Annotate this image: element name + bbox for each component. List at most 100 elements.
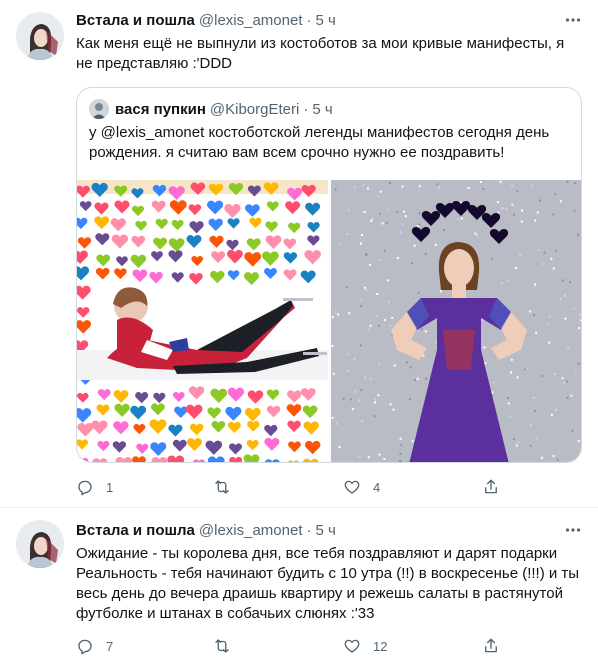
glitter-speck [553,373,556,376]
glitter-speck [552,455,555,458]
glitter-speck [530,184,533,187]
glitter-speck [481,318,484,321]
tweet[interactable]: Встала и пошла @lexis_amonet · 5 ч Как м… [0,0,598,508]
timestamp[interactable]: 5 ч [316,12,336,29]
share-button[interactable] [482,477,500,497]
avatar-image [16,12,64,60]
glitter-speck [363,210,366,213]
glitter-speck [540,456,543,459]
glitter-speck [391,316,394,319]
heart-icon [344,639,360,653]
glitter-speck [508,415,511,418]
quote-header: вася пупкин @KiborgEteri · 5 ч [115,99,333,119]
separator-dot: · [306,521,312,539]
quote-avatar[interactable] [89,99,109,119]
share-button[interactable] [482,636,500,656]
quote-avatar-image [89,99,109,119]
glitter-speck [347,353,350,356]
glitter-speck [434,243,437,246]
author-name[interactable]: Встала и пошла [76,522,195,539]
reply-count: 1 [106,479,114,495]
glitter-speck [566,380,569,383]
glitter-speck [404,215,407,218]
glitter-speck [352,408,355,411]
more-options-button[interactable] [562,10,584,30]
more-options-button[interactable] [562,520,584,540]
retweet-button[interactable] [213,477,243,497]
retweet-button[interactable] [213,636,243,656]
glitter-speck [438,186,440,189]
glitter-speck [577,233,580,236]
author-handle[interactable]: @lexis_amonet [199,522,303,539]
glitter-speck [479,181,482,183]
glitter-speck [381,222,384,225]
tweet-header: Встала и пошла @lexis_amonet · 5 ч [76,10,336,30]
glitter-speck [510,358,513,361]
glitter-speck [361,420,364,422]
avatar[interactable] [16,12,64,60]
glitter-speck [369,377,372,380]
tweet-text-line: Реальность - тебя начинают будить с 10 у… [76,565,580,622]
glitter-speck [537,249,540,252]
more-horizontal-icon [565,528,581,532]
glitter-speck [474,232,477,235]
glitter-speck [552,213,555,216]
glitter-speck [550,413,553,416]
glitter-speck [358,399,361,402]
glitter-speck [367,328,370,331]
glitter-speck [360,299,363,302]
glitter-speck [417,225,420,228]
tweet-actions: 1 4 [76,477,506,497]
glitter-speck [529,310,532,313]
glitter-speck [360,242,362,245]
glitter-speck [577,440,580,443]
glitter-speck [379,190,382,193]
glitter-speck [346,233,349,235]
glitter-speck [499,180,502,183]
glitter-speck [535,331,538,334]
glitter-speck [533,313,536,316]
glitter-speck [383,249,386,252]
reply-icon [78,480,92,496]
glitter-speck [369,263,371,266]
avatar[interactable] [16,520,64,568]
photo-image [331,180,581,462]
like-button[interactable]: 12 [343,636,387,656]
glitter-speck [571,429,574,432]
share-icon [485,638,497,653]
heart-icon [344,480,360,494]
tweet-header: Встала и пошла @lexis_amonet · 5 ч [76,520,336,540]
glitter-speck [396,211,399,214]
glitter-speck [387,208,390,211]
like-count: 4 [373,479,381,495]
glitter-speck [529,444,532,447]
glitter-speck [559,200,562,203]
glitter-speck [506,279,509,282]
media-photo-skater-hearts[interactable] [77,180,328,462]
photo-image [77,180,328,462]
glitter-speck [539,199,542,202]
glitter-speck [457,218,460,220]
like-button[interactable]: 4 [343,477,380,497]
glitter-speck [569,281,572,284]
timestamp[interactable]: 5 ч [316,522,336,539]
glitter-speck [574,182,577,185]
share-icon [485,479,497,494]
reply-button[interactable]: 1 [76,477,113,497]
glitter-speck [413,244,416,247]
glitter-speck [440,290,442,293]
glitter-speck [418,185,421,188]
glitter-speck [491,258,494,261]
glitter-speck [378,453,381,456]
reply-button[interactable]: 7 [76,636,113,656]
glitter-speck [533,409,536,412]
glitter-speck [377,194,380,197]
author-name[interactable]: Встала и пошла [76,12,195,29]
quoted-tweet[interactable]: вася пупкин @KiborgEteri · 5 ч у @lexis_… [76,87,582,463]
tweet[interactable]: Встала и пошла @lexis_amonet · 5 ч Ожида… [0,508,598,659]
glitter-speck [550,257,553,260]
author-handle[interactable]: @lexis_amonet [199,12,303,29]
glitter-speck [353,185,356,188]
media-photo-skater-purple[interactable] [331,180,581,462]
glitter-speck [484,362,487,365]
